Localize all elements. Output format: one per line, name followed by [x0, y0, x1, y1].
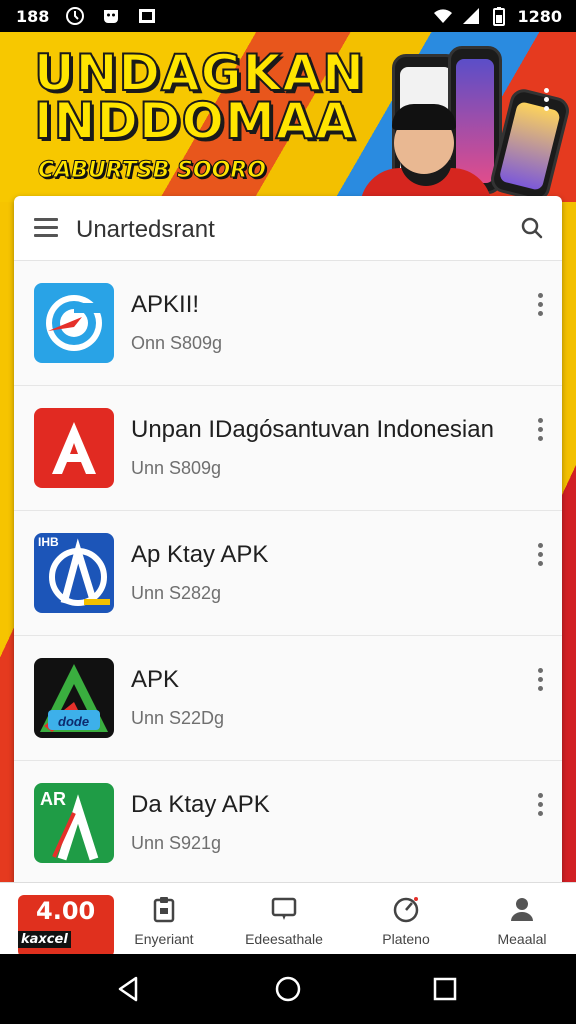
promo-banner[interactable]: UNDAGKAN INDDOMAA CABURTSB SOORO — [0, 32, 576, 202]
gauge-icon — [393, 897, 419, 923]
recents-icon[interactable] — [430, 974, 460, 1004]
more-options-icon[interactable] — [538, 793, 544, 821]
search-bar[interactable]: Unartedsrant — [14, 196, 562, 261]
app-icon-label: IHB — [38, 535, 59, 549]
blue-a-app-icon: IHB — [34, 533, 114, 613]
more-options-icon[interactable] — [538, 418, 544, 446]
search-title: Unartedsrant — [76, 216, 215, 243]
promo-label: 4.00 — [36, 897, 96, 925]
app-meta: Unn S921g — [131, 833, 222, 853]
bottom-navigation: 4.00 kaxcel Enyeriant Edeesathale Platen… — [0, 882, 576, 957]
app-name: Unpan IDagósantuvan Indonesian — [131, 416, 494, 443]
notification-icon — [104, 10, 119, 23]
green-a-app-icon: AR — [34, 783, 114, 863]
person-illustration — [360, 84, 492, 202]
app-meta: Unn S809g — [131, 458, 222, 478]
app-meta: Onn S809g — [131, 333, 223, 353]
nav-label: Edeesathale — [245, 931, 323, 947]
clipboard-icon — [153, 897, 175, 923]
profile-icon — [511, 898, 533, 921]
nav-label: Plateno — [382, 931, 430, 947]
banner-subtitle: CABURTSB SOORO — [38, 158, 267, 184]
more-options-icon[interactable] — [538, 543, 544, 571]
home-icon[interactable] — [273, 974, 303, 1004]
blue-circle-app-icon — [34, 283, 114, 363]
list-item[interactable]: AR Da Ktay APK Unn S921g — [14, 761, 562, 886]
signal-icon — [463, 8, 480, 24]
nav-item-meaalal[interactable]: Meaalal — [464, 883, 576, 955]
promo-thumbnail[interactable]: 4.00 kaxcel — [18, 895, 114, 957]
nav-label: Meaalal — [497, 931, 547, 947]
nav-item-edeesathale[interactable]: Edeesathale — [226, 883, 342, 955]
alarm-icon — [66, 7, 85, 25]
system-navigation-bar — [0, 954, 576, 1024]
wifi-icon — [434, 9, 453, 23]
nav-item-enyeriant[interactable]: Enyeriant — [106, 883, 222, 955]
nav-item-plateno[interactable]: Plateno — [348, 883, 464, 955]
more-options-icon[interactable] — [538, 293, 544, 321]
promo-caption: kaxcel — [18, 931, 71, 948]
green-triangle-app-icon: dode — [34, 658, 114, 738]
app-icon-label: dode — [58, 714, 90, 729]
app-meta: Unn S282g — [131, 583, 222, 603]
app-name: Ap Ktay APK — [131, 541, 269, 568]
list-item[interactable]: dode APK Unn S22Dg — [14, 636, 562, 761]
hamburger-menu-icon[interactable] — [34, 218, 58, 238]
app-icon-label: AR — [40, 789, 66, 809]
app-name: APKII! — [131, 291, 200, 318]
list-item[interactable]: Unpan IDagósantuvan Indonesian Unn S809g — [14, 386, 562, 511]
app-list-card: Unartedsrant APKII! Onn S809g Unpan IDag… — [14, 196, 562, 896]
red-a-app-icon — [34, 408, 114, 488]
image-icon — [139, 9, 156, 23]
status-bar: 188 1280 — [0, 0, 576, 32]
search-icon[interactable] — [520, 216, 544, 240]
banner-title-line2: INDDOMAA — [33, 91, 356, 151]
status-left-text: 188 — [16, 6, 50, 26]
nav-label: Enyeriant — [134, 931, 194, 947]
app-name: APK — [131, 666, 180, 693]
banner-more-icon[interactable] — [544, 88, 550, 114]
back-icon[interactable] — [114, 974, 144, 1004]
list-item[interactable]: IHB Ap Ktay APK Unn S282g — [14, 511, 562, 636]
more-options-icon[interactable] — [538, 668, 544, 696]
status-time: 1280 — [517, 6, 562, 26]
app-name: Da Ktay APK — [131, 791, 270, 818]
chat-icon — [271, 897, 297, 920]
app-meta: Unn S22Dg — [131, 708, 225, 728]
app-list: APKII! Onn S809g Unpan IDagósantuvan Ind… — [14, 261, 562, 886]
battery-icon — [493, 7, 506, 26]
list-item[interactable]: APKII! Onn S809g — [14, 261, 562, 386]
